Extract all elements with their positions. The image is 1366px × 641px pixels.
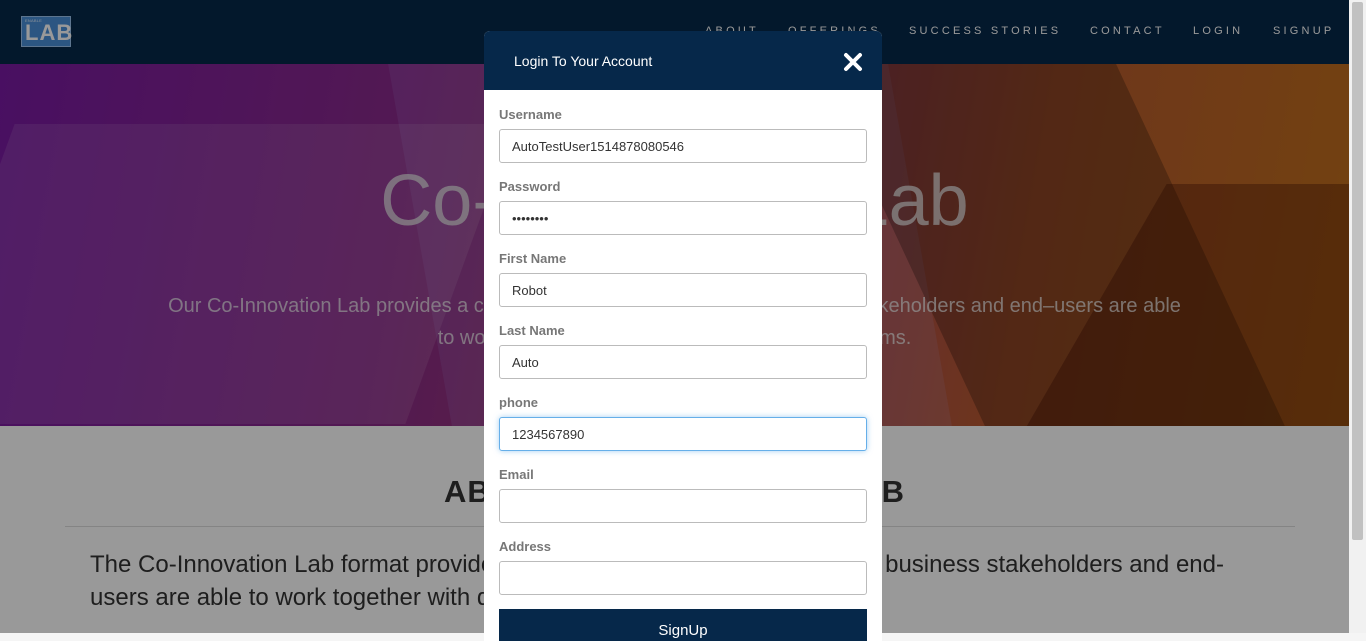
address-input[interactable]	[499, 561, 867, 595]
password-label: Password	[499, 179, 561, 194]
first-name-input[interactable]	[499, 273, 867, 307]
signup-modal: Login To Your Account Username Password …	[484, 31, 882, 641]
email-label: Email	[499, 467, 534, 482]
modal-header: Login To Your Account	[484, 31, 882, 90]
scrollbar-thumb[interactable]	[1352, 2, 1363, 540]
page-scrollbar[interactable]	[1349, 0, 1366, 633]
username-input[interactable]	[499, 129, 867, 163]
address-label: Address	[499, 539, 552, 554]
signup-button[interactable]: SignUp	[499, 609, 867, 641]
phone-label: phone	[499, 395, 538, 410]
modal-title: Login To Your Account	[514, 53, 653, 69]
phone-input[interactable]	[499, 417, 867, 451]
username-label: Username	[499, 107, 562, 122]
first-name-label: First Name	[499, 251, 567, 266]
email-input[interactable]	[499, 489, 867, 523]
last-name-label: Last Name	[499, 323, 565, 338]
password-input[interactable]	[499, 201, 867, 235]
last-name-input[interactable]	[499, 345, 867, 379]
close-icon[interactable]	[842, 51, 864, 73]
